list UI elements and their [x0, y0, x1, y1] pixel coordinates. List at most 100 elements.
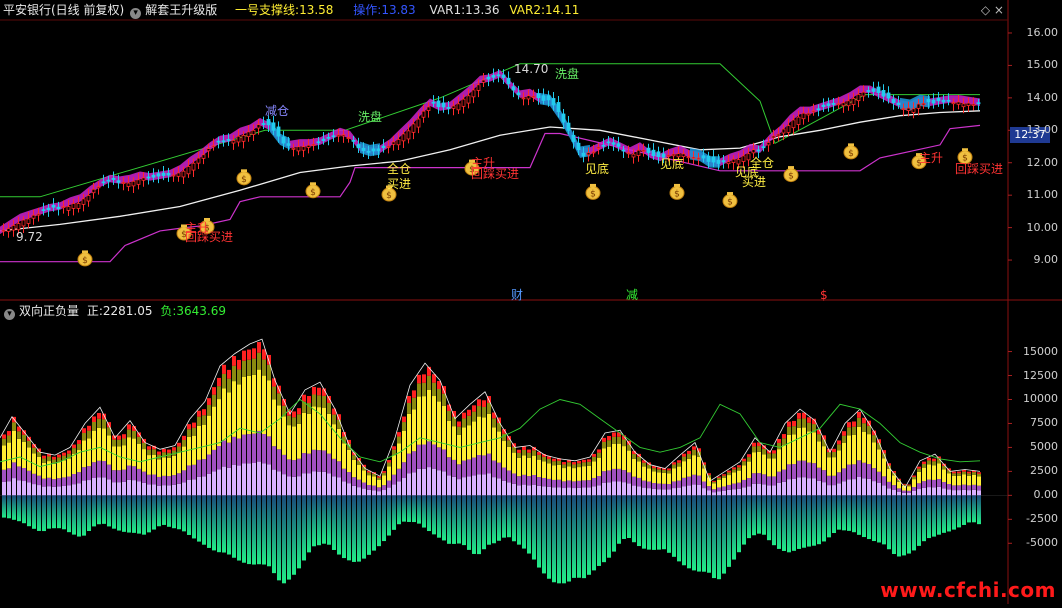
- negative-volume-bar: [637, 495, 641, 547]
- candle-body: [811, 110, 816, 113]
- volume-bar-segment: [872, 435, 876, 443]
- volume-bar-segment: [527, 449, 531, 453]
- volume-bar-segment: [382, 472, 386, 476]
- negative-volume-bar: [502, 495, 506, 538]
- volume-bar-segment: [212, 394, 216, 407]
- volume-bar-segment: [702, 488, 706, 496]
- volume-bar-segment: [467, 425, 471, 460]
- volume-bar-segment: [732, 489, 736, 496]
- volume-bar-segment: [972, 489, 976, 496]
- volume-bar-segment: [277, 393, 281, 406]
- volume-bar-segment: [492, 427, 496, 461]
- volume-bar-segment: [827, 452, 831, 458]
- volume-bar-segment: [322, 395, 326, 408]
- volume-bar-segment: [762, 484, 766, 496]
- volume-bar-segment: [242, 376, 246, 435]
- volume-bar-segment: [967, 490, 971, 496]
- volume-bar-segment: [102, 461, 106, 478]
- money-bag-symbol: $: [590, 189, 596, 199]
- volume-bar-segment: [877, 449, 881, 472]
- volume-bar-segment: [457, 464, 461, 480]
- negative-volume-bar: [762, 495, 766, 535]
- volume-bar-segment: [677, 460, 681, 463]
- volume-bar-segment: [892, 490, 896, 496]
- negative-volume-bar: [737, 495, 741, 553]
- volume-bar-segment: [467, 476, 471, 496]
- volume-bar-segment: [417, 383, 421, 397]
- volume-bar-segment: [472, 421, 476, 458]
- candle-body: [796, 116, 801, 125]
- volume-bar-segment: [817, 434, 821, 442]
- chart-annotation: 全仓: [387, 162, 412, 177]
- volume-bar-segment: [152, 449, 156, 455]
- candle-body: [951, 102, 956, 105]
- stock-title[interactable]: 平安银行(日线 前复权): [3, 3, 124, 17]
- negative-volume-bar: [512, 495, 516, 542]
- negative-volume-bar: [377, 495, 381, 547]
- volume-bar-segment: [277, 449, 281, 472]
- candle-body: [851, 98, 856, 106]
- volume-bar-segment: [102, 477, 106, 496]
- candle-body: [461, 98, 466, 107]
- volume-bar-segment: [432, 382, 436, 397]
- volume-bar-segment: [487, 453, 491, 474]
- sub-indicator-name[interactable]: 双向正负量: [19, 304, 79, 318]
- volume-tick-label: 15000: [1023, 344, 1058, 358]
- indicator-name[interactable]: 解套王升级版: [145, 3, 217, 17]
- volume-bar-segment: [612, 432, 616, 437]
- volume-bar-segment: [102, 428, 106, 462]
- chart-annotation: 全仓: [750, 155, 775, 170]
- volume-bar-segment: [167, 476, 171, 486]
- volume-bar-segment: [177, 442, 181, 447]
- volume-bar-segment: [2, 434, 6, 439]
- volume-bar-segment: [652, 488, 656, 496]
- volume-bar-segment: [312, 406, 316, 450]
- negative-volume-bar: [172, 495, 176, 529]
- negative-volume-bar: [837, 495, 841, 530]
- volume-bar-segment: [557, 460, 561, 465]
- volume-bar-segment: [692, 446, 696, 450]
- volume-bar-segment: [47, 461, 51, 478]
- volume-bar-segment: [472, 475, 476, 496]
- negative-volume-bar: [482, 495, 486, 550]
- negative-volume-bar: [437, 495, 441, 538]
- volume-bar-segment: [577, 480, 581, 488]
- window-controls[interactable]: ◇ ×: [981, 3, 1004, 17]
- volume-bar-segment: [287, 476, 291, 496]
- volume-bar-segment: [617, 443, 621, 469]
- price-tick-label: 14.00: [1026, 90, 1059, 104]
- candle-body: [516, 92, 521, 96]
- volume-bar-segment: [272, 469, 276, 496]
- volume-bar-segment: [452, 476, 456, 496]
- negative-volume-bar: [777, 495, 781, 549]
- negative-volume-bar: [627, 495, 631, 538]
- volume-bar-segment: [942, 469, 946, 483]
- volume-bar-segment: [227, 369, 231, 379]
- volume-bar-segment: [327, 395, 331, 403]
- negative-volume-bar: [667, 495, 671, 553]
- volume-bar-segment: [517, 452, 521, 458]
- volume-bar-segment: [952, 475, 956, 486]
- volume-bar-segment: [927, 460, 931, 465]
- volume-bar-segment: [837, 450, 841, 473]
- candle-body: [396, 139, 401, 146]
- volume-bar-segment: [802, 460, 806, 478]
- volume-bar-segment: [362, 482, 366, 489]
- volume-bar-segment: [562, 462, 566, 465]
- volume-bar-segment: [677, 480, 681, 488]
- negative-volume-bar: [382, 495, 386, 542]
- candle-body: [866, 90, 871, 92]
- volume-bar-segment: [127, 429, 131, 438]
- volume-bar-segment: [187, 429, 191, 437]
- volume-bar-segment: [717, 476, 721, 478]
- negative-volume-bar: [472, 495, 476, 554]
- candle-body: [171, 174, 176, 177]
- volume-bar-segment: [602, 471, 606, 483]
- candle-body: [271, 122, 276, 131]
- volume-bar-segment: [612, 468, 616, 482]
- volume-bar-segment: [272, 378, 276, 387]
- volume-bar-segment: [792, 434, 796, 465]
- chevron-down-icon[interactable]: ▾: [130, 8, 142, 19]
- chevron-down-icon[interactable]: ▾: [4, 309, 15, 320]
- negative-volume-bar: [872, 495, 876, 542]
